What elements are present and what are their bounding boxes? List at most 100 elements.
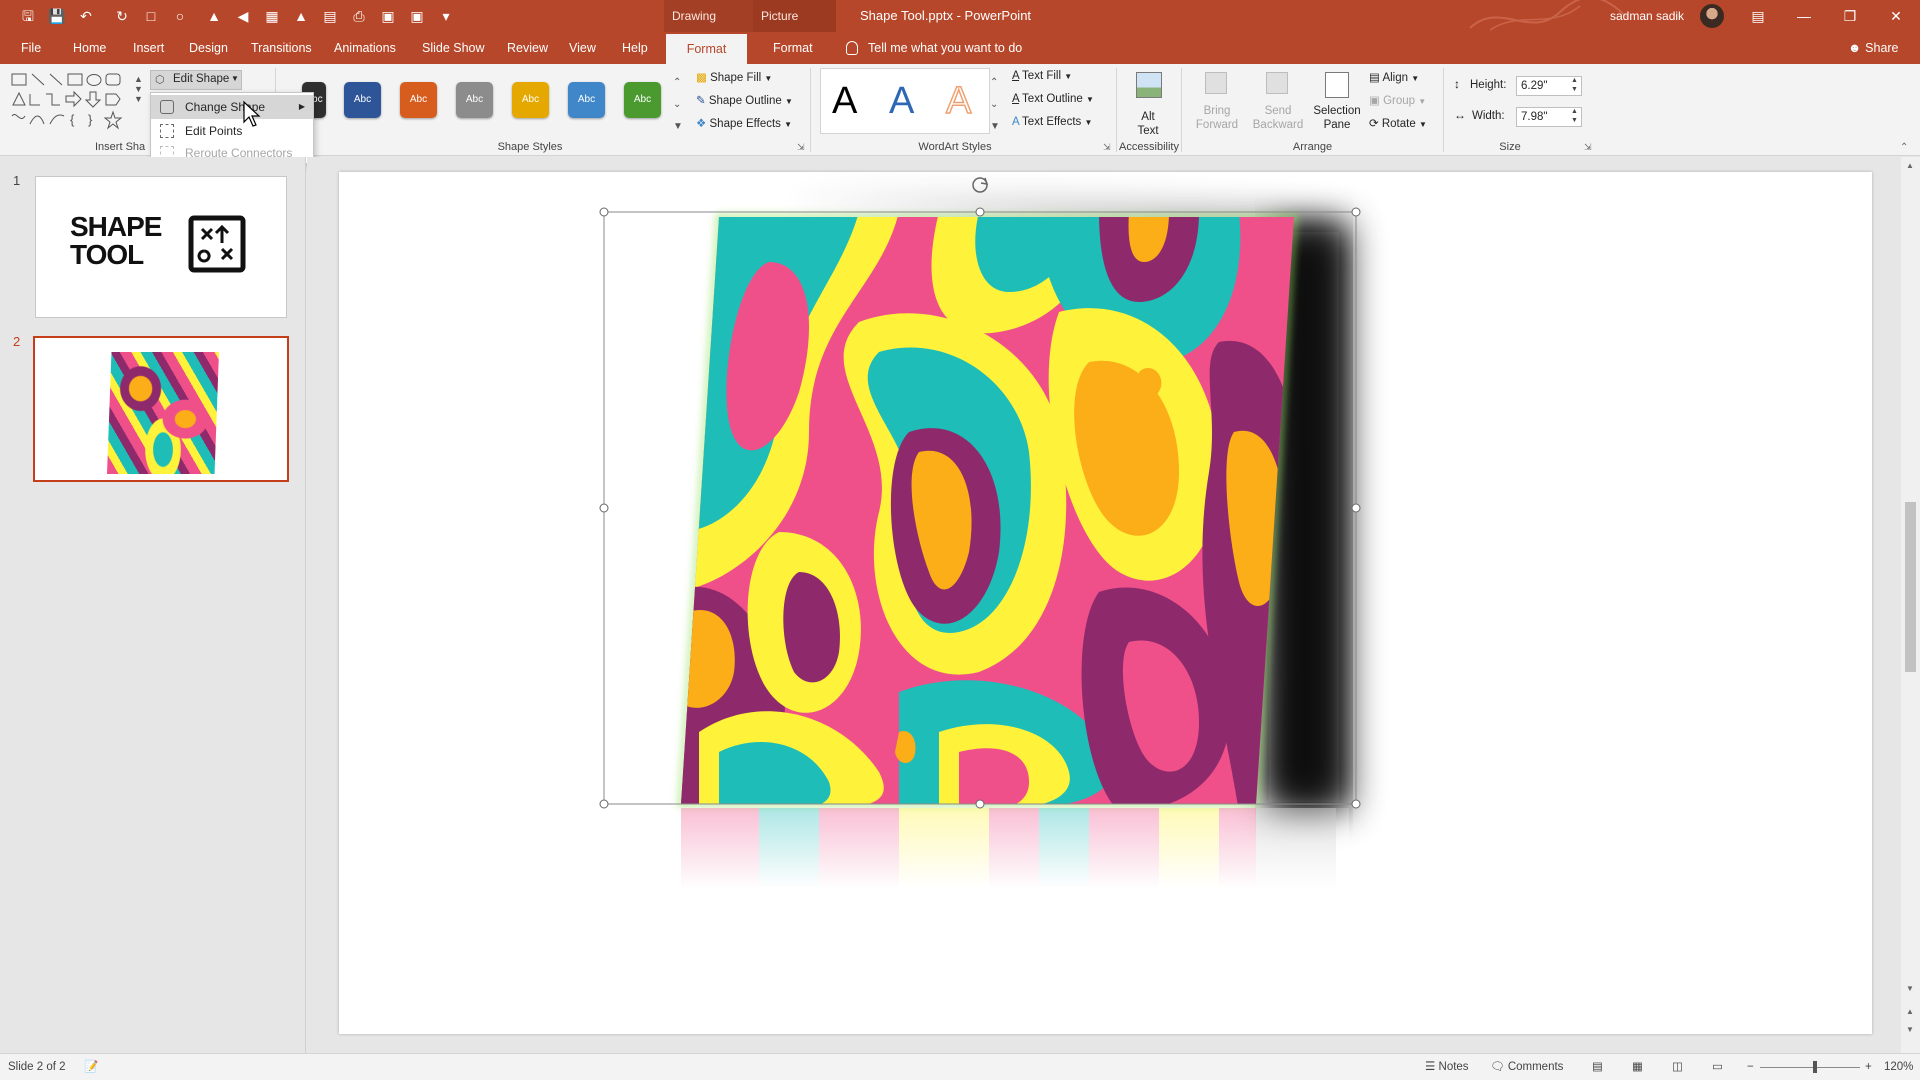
selection-pane-button[interactable]: Selection Pane	[1310, 70, 1364, 138]
shape-styles-group-label: Shape Styles	[497, 141, 563, 153]
shape-effects-button[interactable]: ❖ Shape Effects ▼	[696, 116, 792, 130]
ribbon-display-icon[interactable]: ▤	[1735, 0, 1781, 32]
align-center-icon[interactable]: ▦	[262, 6, 282, 26]
edit-shape-button[interactable]: ⬡ Edit Shape ▼	[150, 70, 242, 90]
vertical-scrollbar[interactable]: ▲ ▼ ▲ ▼	[1901, 157, 1920, 1053]
shape-style-swatch[interactable]: Abc	[344, 82, 381, 118]
user-name[interactable]: sadman sadik	[1610, 0, 1684, 32]
tab-home[interactable]: Home	[67, 32, 112, 64]
width-label: Width:	[1472, 110, 1505, 122]
notes-button[interactable]: ☰ Notes	[1425, 1054, 1469, 1080]
scroll-down-icon[interactable]: ▼	[1906, 984, 1914, 993]
next-slide-icon[interactable]: ▼	[1906, 1025, 1914, 1034]
zoom-slider[interactable]	[1760, 1061, 1860, 1073]
bring-forward-icon	[1205, 72, 1227, 94]
normal-view-icon[interactable]: ▤	[1592, 1054, 1603, 1080]
tab-review[interactable]: Review	[501, 32, 554, 64]
shape-style-swatch[interactable]: Abc	[456, 82, 493, 118]
tab-slide-show[interactable]: Slide Show	[416, 32, 491, 64]
align-top-icon[interactable]: ▲	[291, 6, 311, 26]
customize-qat-icon[interactable]: ▾	[436, 6, 456, 26]
share-button[interactable]: ☻ Share	[1848, 32, 1899, 64]
tab-file[interactable]: File	[15, 32, 47, 64]
tab-help[interactable]: Help	[616, 32, 654, 64]
slide-canvas[interactable]	[339, 172, 1872, 1034]
shape-style-swatch[interactable]: Abc	[624, 82, 661, 118]
slide-sorter-icon[interactable]: ▦	[1632, 1054, 1643, 1080]
align-button[interactable]: ▤ Align ▼	[1369, 70, 1419, 84]
group-button[interactable]: ▣ Group ▼	[1369, 93, 1426, 107]
shape-style-swatch[interactable]: Abc	[400, 82, 437, 118]
menu-item-edit-points[interactable]: Edit Points	[151, 119, 313, 143]
notes-label: Notes	[1438, 1061, 1469, 1073]
dialog-launcher-icon[interactable]: ⇲	[797, 142, 805, 153]
arrange-icon[interactable]: ▣	[378, 6, 398, 26]
collapse-ribbon-icon[interactable]: ⌃	[1900, 142, 1908, 153]
height-label: Height:	[1470, 79, 1507, 91]
zoom-slider-thumb[interactable]	[1813, 1061, 1817, 1073]
tell-me-search[interactable]: Tell me what you want to do	[868, 32, 1022, 64]
shape-styles-scroll[interactable]: ⌃ ⌄ ▼	[673, 72, 683, 138]
minimize-icon[interactable]: —	[1781, 0, 1827, 32]
shape-style-swatch[interactable]: Abc	[568, 82, 605, 118]
tab-transitions[interactable]: Transitions	[245, 32, 318, 64]
reading-view-icon[interactable]: ◫	[1672, 1054, 1683, 1080]
shapes-gallery[interactable]: { }	[10, 72, 145, 134]
height-spinner[interactable]: ▲ ▼	[1571, 76, 1578, 94]
print-icon[interactable]: ⎙	[349, 6, 369, 26]
shape-style-swatch[interactable]: Abc	[512, 82, 549, 118]
rotate-button[interactable]: ⟳ Rotate ▼	[1369, 116, 1427, 130]
wordart-scroll[interactable]: ⌃ ⌄ ▼	[990, 72, 1000, 138]
save-icon[interactable]: 🖫	[18, 6, 38, 26]
previous-slide-icon[interactable]: ▲	[1906, 1007, 1914, 1016]
rotate-handle-icon[interactable]	[972, 177, 989, 193]
ungroup-icon[interactable]: ▣	[407, 6, 427, 26]
width-spinner[interactable]: ▲ ▼	[1571, 107, 1578, 125]
avatar[interactable]	[1700, 4, 1724, 28]
bring-icon[interactable]: ◀	[233, 6, 253, 26]
shape-icon[interactable]: ○	[170, 6, 190, 26]
menu-item-change-shape[interactable]: Change Shape ▶	[151, 95, 313, 119]
zoom-level[interactable]: 120%	[1884, 1054, 1913, 1080]
pattern-picture[interactable]	[669, 212, 1309, 812]
tab-insert[interactable]: Insert	[127, 32, 170, 64]
wordart-style-orange-outline[interactable]: A	[945, 79, 972, 123]
scroll-up-icon[interactable]: ▲	[1906, 161, 1914, 170]
slide-thumbnail-1[interactable]: SHAPE TOOL	[35, 176, 287, 318]
close-icon[interactable]: ✕	[1873, 0, 1919, 32]
text-effects-button[interactable]: A Text Effects ▼	[1012, 116, 1092, 128]
tab-animations[interactable]: Animations	[328, 32, 402, 64]
zoom-in-icon[interactable]: +	[1865, 1054, 1872, 1080]
text-fill-button[interactable]: A Text Fill ▼	[1012, 70, 1072, 82]
slide-thumbnail-2[interactable]	[33, 336, 289, 482]
dialog-launcher-icon[interactable]: ⇲	[1103, 142, 1111, 153]
redo-icon[interactable]: ↻	[112, 6, 132, 26]
tab-design[interactable]: Design	[183, 32, 234, 64]
bring-forward-button[interactable]: Bring Forward	[1190, 70, 1244, 138]
text-outline-button[interactable]: A Text Outline ▼	[1012, 93, 1094, 105]
scrollbar-thumb[interactable]	[1905, 502, 1916, 672]
undo-icon[interactable]: ↶	[76, 6, 96, 26]
distribute-icon[interactable]: ▤	[320, 6, 340, 26]
flip-icon[interactable]: ▲	[204, 6, 224, 26]
send-backward-button[interactable]: Send Backward	[1248, 70, 1308, 138]
restore-icon[interactable]: ❐	[1827, 0, 1873, 32]
shape-fill-button[interactable]: ▩ Shape Fill ▼	[696, 70, 772, 84]
alt-text-button[interactable]: Alt Text	[1124, 70, 1172, 138]
shape-outline-button[interactable]: ✎ Shape Outline ▼	[696, 93, 793, 107]
wordart-style-black[interactable]: A	[832, 80, 857, 123]
dialog-launcher-icon[interactable]: ⇲	[1584, 142, 1592, 153]
shapes-more-icon[interactable]: ▲ ▼ ▼	[134, 74, 143, 104]
wordart-style-blue[interactable]: A	[889, 80, 914, 123]
tab-format-drawing[interactable]: Format	[666, 34, 747, 64]
arrange-group-label: Arrange	[1292, 141, 1333, 153]
size-group-label: Size	[1499, 141, 1521, 153]
spellcheck-icon[interactable]: 📝	[84, 1054, 98, 1080]
group-icon[interactable]: □	[141, 6, 161, 26]
save-as-icon[interactable]: 💾	[47, 6, 67, 26]
comments-button[interactable]: 🗨 Comments	[1490, 1054, 1563, 1080]
tab-format-picture[interactable]: Format	[767, 32, 819, 64]
slideshow-icon[interactable]: ▭	[1712, 1054, 1723, 1080]
zoom-out-icon[interactable]: −	[1747, 1054, 1754, 1080]
tab-view[interactable]: View	[563, 32, 602, 64]
